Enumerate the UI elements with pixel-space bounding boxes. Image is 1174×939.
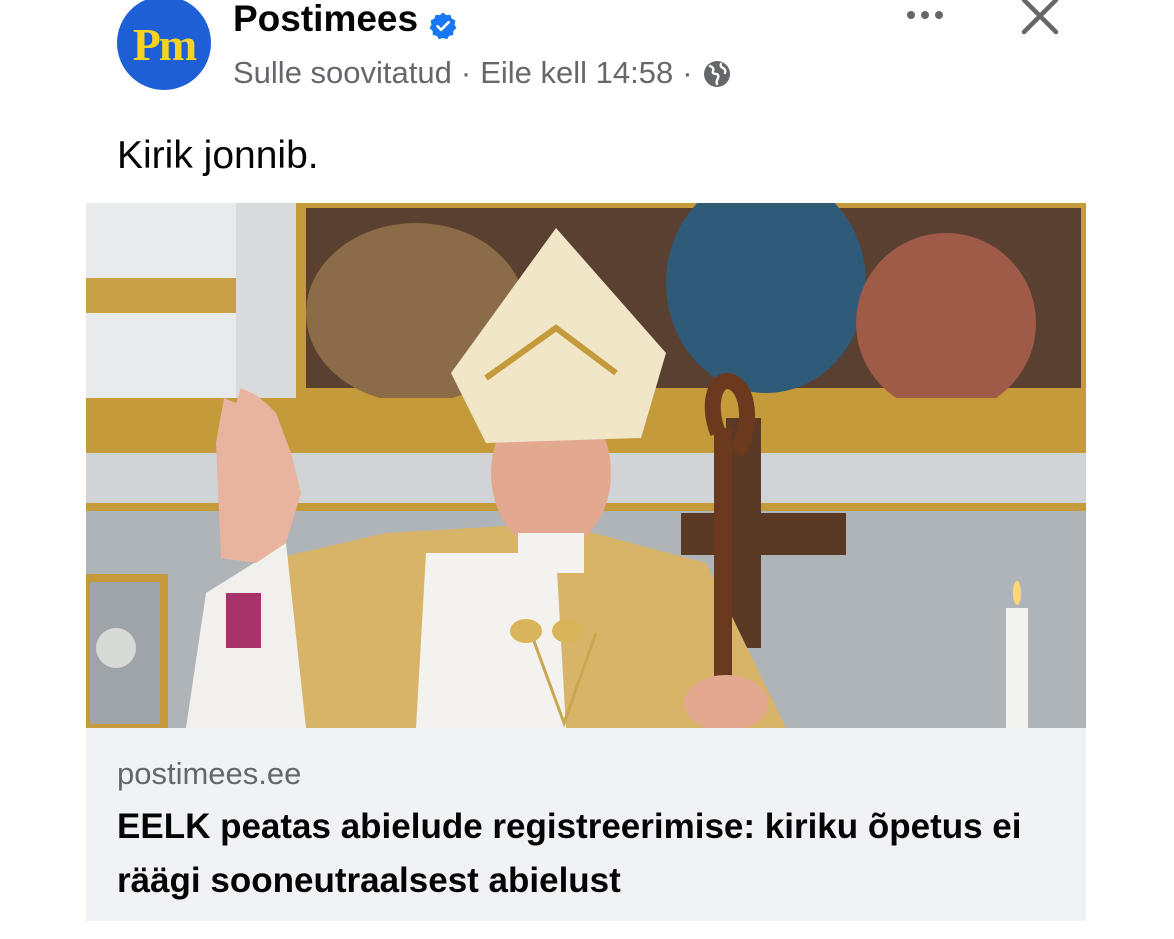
page-avatar[interactable]: Pm (117, 0, 211, 90)
link-preview-card[interactable]: postimees.ee EELK peatas abielude regist… (86, 203, 1086, 921)
meta-separator: · (460, 55, 472, 90)
globe-icon[interactable] (702, 58, 732, 88)
more-options-icon[interactable] (900, 0, 950, 30)
recommended-label: Sulle soovitatud (233, 55, 452, 90)
page-name[interactable]: Postimees (233, 0, 418, 44)
verified-badge-icon (428, 4, 458, 40)
meta-separator: · (682, 55, 693, 90)
article-photo[interactable] (86, 203, 1086, 728)
link-card-footer[interactable]: postimees.ee EELK peatas abielude regist… (86, 728, 1086, 921)
page-name-row[interactable]: Postimees (233, 0, 458, 44)
link-domain: postimees.ee (117, 756, 302, 791)
avatar-logo-text: Pm (132, 18, 197, 70)
dot (907, 11, 915, 19)
dot (921, 11, 929, 19)
link-headline[interactable]: EELK peatas abielude registreerimise: ki… (117, 800, 1057, 908)
post-text: Kirik jonnib. (117, 134, 319, 177)
post-timestamp[interactable]: Eile kell 14:58 (480, 52, 673, 94)
dot (935, 11, 943, 19)
close-icon[interactable] (1018, 0, 1062, 38)
post-meta: Sulle soovitatud · Eile kell 14:58 · (233, 52, 732, 94)
